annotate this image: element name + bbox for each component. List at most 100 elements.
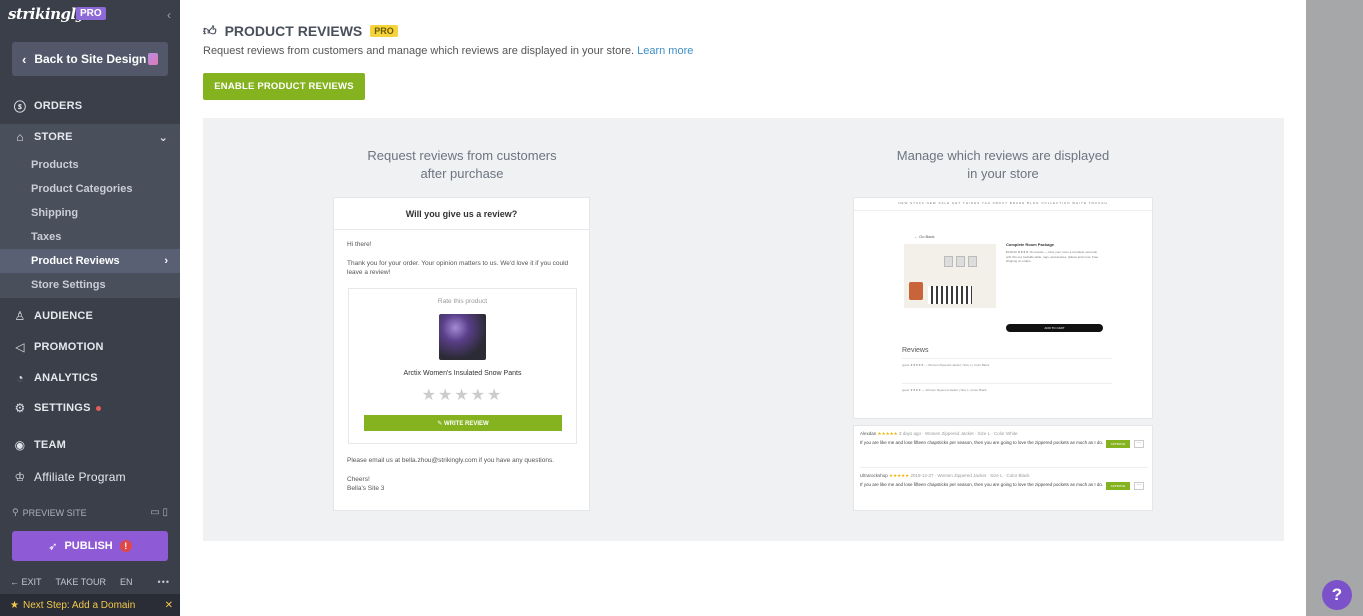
go-back-link: ← Go Back [914, 234, 935, 239]
preview-site[interactable]: ⚲ PREVIEW SITE ▭ ▯ [12, 507, 168, 518]
team-icon: ◉ [14, 438, 26, 452]
nav-analytics-label: ANALYTICS [34, 372, 98, 384]
nav-audience-label: AUDIENCE [34, 310, 94, 322]
sidebar-item-product-categories[interactable]: Product Categories [0, 178, 180, 200]
logo: strikingly [8, 5, 84, 23]
nav-audience[interactable]: ♙ AUDIENCE [0, 305, 180, 327]
nav-team-label: TEAM [34, 439, 66, 451]
page-title: 👍︎ PRODUCT REVIEWS PRO [203, 23, 398, 39]
left-caption: Request reviews from customers after pur… [343, 147, 581, 183]
reviewer-name: Alexdan [860, 431, 877, 436]
wall-frame [968, 256, 977, 267]
approve-button: APPROVE [1106, 440, 1130, 448]
email-preview: Will you give us a review? Hi there! Tha… [333, 197, 590, 511]
more-menu[interactable]: ••• [158, 577, 170, 587]
divider [854, 210, 1152, 211]
dollar-icon: ⓢ [13, 99, 27, 114]
help-button[interactable]: ? [1322, 580, 1352, 610]
write-review-button: ✎ WRITE REVIEW [364, 415, 562, 431]
gear-icon: ⚙ [14, 401, 26, 415]
review-moderation-list: Alexdan ★★★★★ 3 days ago · Women Zippere… [853, 425, 1153, 511]
chevron-left-icon: ‹ [22, 51, 27, 67]
nav-orders[interactable]: ⓢ ORDERS [0, 95, 180, 117]
add-to-cart-button: ADD TO CART [1006, 324, 1103, 332]
nav-promotion[interactable]: ◁ PROMOTION [0, 336, 180, 358]
enable-product-reviews-button[interactable]: ENABLE PRODUCT REVIEWS [203, 73, 365, 100]
email-cheers: Cheers! [347, 476, 370, 483]
product-image [439, 314, 486, 360]
back-label: Back to Site Design [34, 52, 147, 66]
right-caption-line-1: Manage which reviews are displayed [896, 148, 1110, 163]
sidebar-footer: ← EXIT TAKE TOUR EN ••• [10, 577, 170, 587]
email-signature: Bella's Site 3 [347, 485, 385, 492]
nav-affiliate-program[interactable]: ♔ Affiliate Program [0, 466, 180, 488]
sidebar-item-taxes[interactable]: Taxes [0, 226, 180, 248]
nav-store-label: STORE [34, 131, 73, 143]
nav-affiliate-label: Affiliate Program [34, 470, 126, 484]
feature-illustration-panel: Request reviews from customers after pur… [203, 118, 1284, 541]
reviewer-name: Ultrarockshop [860, 473, 888, 478]
review-stars: ★★★★★ [877, 431, 898, 436]
review-meta: 2019-12-27 · Women Zippered Jacket · Siz… [910, 473, 1030, 478]
store-preview: NEW STUFF NEW SALE GET THINGS TAG ABOUT … [853, 197, 1153, 419]
rocket-icon: ➶ [48, 540, 58, 553]
learn-more-link[interactable]: Learn more [637, 45, 693, 57]
language-link[interactable]: EN [120, 577, 133, 587]
collapse-sidebar-icon[interactable]: ‹ [167, 8, 171, 22]
preview-label: PREVIEW SITE [22, 507, 87, 518]
nav-analytics[interactable]: ◔ ANALYTICS [0, 367, 180, 389]
star-icon: ★ [10, 599, 19, 611]
sidebar-item-label: Product Reviews [31, 255, 120, 267]
left-caption-line-2: after purchase [420, 166, 504, 181]
description-text: Request reviews from customers and manag… [203, 45, 635, 57]
divider [860, 467, 1148, 468]
next-step-banner[interactable]: ★ Next Step: Add a Domain ✕ [0, 594, 180, 616]
review-body: If you are like me and lose fifteen chap… [860, 440, 1104, 445]
more-options: ··· [1134, 482, 1144, 490]
review-body: If you are like me and lose fifteen chap… [860, 482, 1104, 487]
sidebar-item-shipping[interactable]: Shipping [0, 202, 180, 224]
publish-button[interactable]: ➶ PUBLISH ! [12, 531, 168, 561]
notification-dot [95, 405, 101, 411]
palette-icon [148, 53, 158, 65]
review-item: Ultrarockshop ★★★★★ 2019-12-27 · Women Z… [860, 473, 1148, 490]
nav-orders-label: ORDERS [34, 100, 83, 112]
pro-badge: PRO [76, 7, 106, 20]
megaphone-icon: ◁ [15, 340, 25, 354]
product-name: Arctix Women's Insulated Snow Pants [403, 370, 522, 377]
sidebar-item-product-reviews[interactable]: Product Reviews › [0, 249, 180, 273]
chevron-right-icon: › [164, 255, 168, 267]
nav-store[interactable]: ⌂ STORE ⌄ [0, 124, 180, 150]
sidebar-item-store-settings[interactable]: Store Settings [0, 274, 180, 296]
page-title-text: PRODUCT REVIEWS [224, 23, 363, 39]
back-to-site-design-button[interactable]: ‹ Back to Site Design [12, 42, 168, 76]
nav-settings[interactable]: ⚙ SETTINGS [0, 397, 180, 419]
email-greeting: Hi there! [347, 241, 372, 248]
close-icon[interactable]: ✕ [165, 600, 173, 611]
search-icon: ⚲ [12, 507, 19, 517]
exit-link[interactable]: ← EXIT [10, 577, 42, 587]
review-item: Alexdan ★★★★★ 3 days ago · Women Zippere… [860, 431, 1148, 448]
product-title: Complete Room Package [1006, 242, 1055, 247]
reviews-heading: Reviews [902, 347, 929, 354]
store-icon: ⌂ [16, 130, 24, 144]
device-icons[interactable]: ▭ ▯ [150, 507, 168, 518]
sidebar-item-products[interactable]: Products [0, 154, 180, 176]
sidebar: strikingly PRO ‹ ‹ Back to Site Design ⓢ… [0, 0, 180, 616]
main-content: 👍︎ PRODUCT REVIEWS PRO Request reviews f… [180, 0, 1306, 616]
nav-team[interactable]: ◉ TEAM [0, 434, 180, 456]
take-tour-link[interactable]: TAKE TOUR [56, 577, 107, 587]
nav-settings-label: SETTINGS [34, 402, 91, 414]
chevron-down-icon: ⌄ [158, 131, 168, 144]
users-icon: ♙ [14, 309, 26, 323]
more-options: ··· [1134, 440, 1144, 448]
left-caption-line-1: Request reviews from customers [367, 148, 557, 163]
right-caption: Manage which reviews are displayed in yo… [873, 147, 1133, 183]
thumbs-up-icon: 👍︎ [203, 23, 217, 38]
pie-chart-icon: ◔ [16, 371, 24, 385]
room-product-image [904, 244, 996, 308]
page-description: Request reviews from customers and manag… [203, 45, 693, 57]
divider [902, 383, 1112, 384]
wall-frame [956, 256, 965, 267]
store-nav: NEW STUFF NEW SALE GET THINGS TAG ABOUT … [898, 201, 1108, 205]
